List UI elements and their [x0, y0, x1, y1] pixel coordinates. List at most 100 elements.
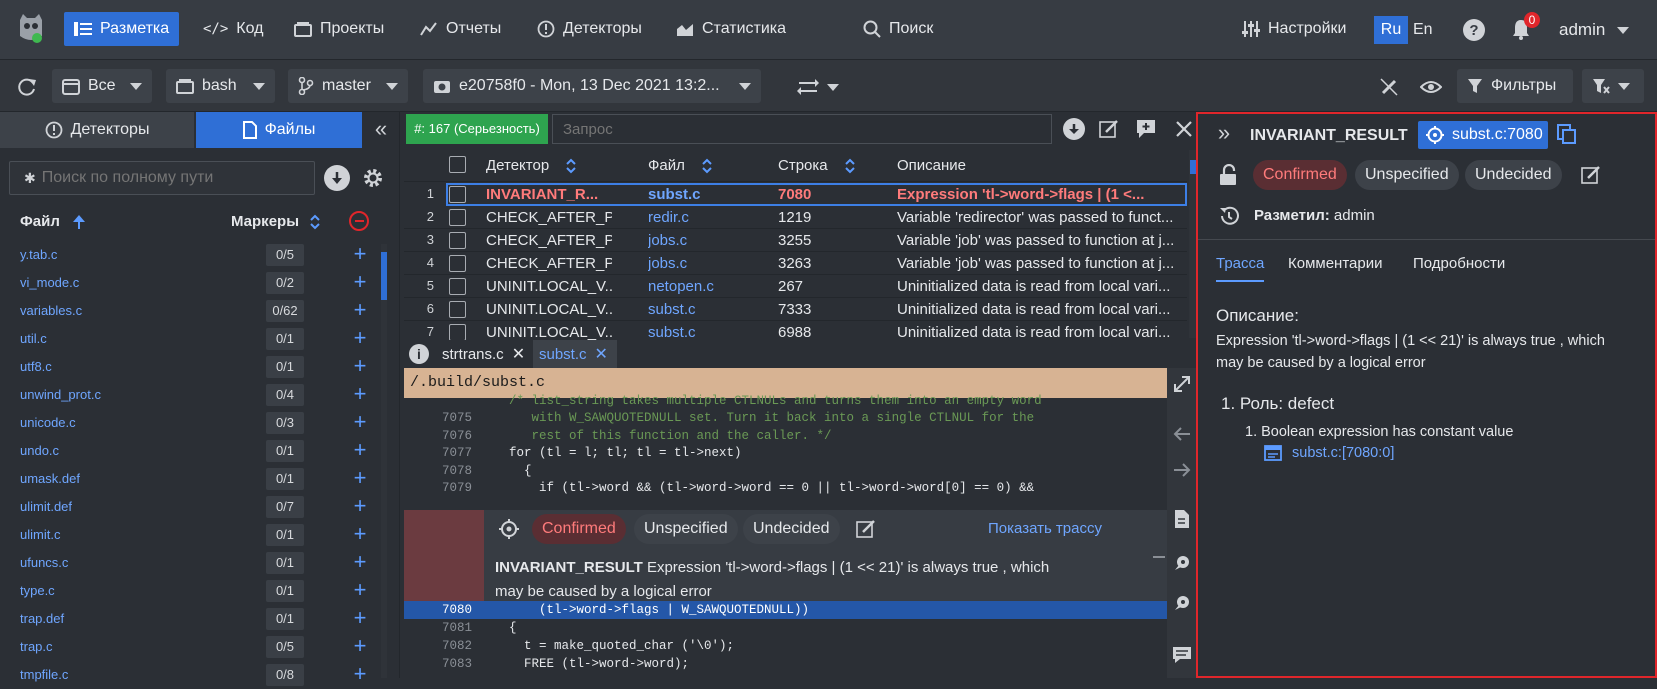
tab-files[interactable]: Файлы — [196, 112, 362, 148]
issue-file[interactable]: netopen.c — [648, 278, 768, 295]
tab-detectors[interactable]: Детекторы — [0, 112, 194, 148]
arrow-right-icon[interactable] — [1171, 459, 1193, 481]
history-icon[interactable] — [1217, 204, 1241, 228]
collapse-panel-icon[interactable]: « — [368, 116, 394, 142]
query-input[interactable] — [552, 114, 1052, 144]
issue-file[interactable]: redir.c — [648, 209, 768, 226]
add-icon[interactable]: + — [350, 243, 370, 265]
nav-reports[interactable]: Отчеты — [410, 12, 511, 46]
add-icon[interactable]: + — [350, 327, 370, 349]
compare-dropdown[interactable] — [793, 74, 843, 100]
add-icon[interactable]: + — [350, 355, 370, 377]
close-icon[interactable]: ✕ — [595, 344, 608, 364]
file-list-item[interactable]: variables.c 0/62 + — [0, 297, 384, 325]
row-checkbox[interactable] — [449, 186, 466, 203]
expand-panel-icon[interactable]: » — [1212, 120, 1236, 145]
file-name[interactable]: ulimit.c — [20, 527, 60, 542]
nav-settings[interactable]: Настройки — [1232, 12, 1356, 46]
add-icon[interactable]: + — [350, 607, 370, 629]
add-icon[interactable]: + — [350, 383, 370, 405]
lock-open-icon[interactable] — [1218, 163, 1240, 187]
inline-status-confirmed[interactable]: Confirmed — [532, 514, 626, 544]
eye-check-icon[interactable] — [1418, 74, 1444, 100]
nav-statistics[interactable]: Статистика — [666, 12, 796, 46]
file-name[interactable]: type.c — [20, 583, 55, 598]
gear-icon[interactable] — [360, 165, 386, 191]
user-menu[interactable]: admin — [1559, 18, 1630, 42]
nav-code[interactable]: </> Код — [193, 12, 274, 46]
issue-file[interactable]: jobs.c — [648, 232, 768, 249]
path-search-field[interactable]: ✱ — [9, 161, 315, 195]
download-icon[interactable] — [1063, 118, 1085, 140]
file-name[interactable]: utf8.c — [20, 359, 52, 374]
file-name[interactable]: y.tab.c — [20, 247, 57, 262]
issue-file[interactable]: subst.c — [648, 186, 768, 203]
header-line[interactable]: Строка — [778, 157, 856, 174]
header-file[interactable]: Файл — [648, 157, 713, 174]
info-icon[interactable]: i — [409, 344, 429, 364]
file-name[interactable]: vi_mode.c — [20, 275, 79, 290]
file-list-item[interactable]: ulimit.c 0/1 + — [0, 521, 384, 549]
file-list-item[interactable]: utf8.c 0/1 + — [0, 353, 384, 381]
filters-button[interactable]: Фильтры — [1457, 69, 1573, 103]
file-name[interactable]: unicode.c — [20, 415, 76, 430]
file-name[interactable]: tmpfile.c — [20, 667, 68, 682]
file-list-item[interactable]: util.c 0/1 + — [0, 325, 384, 353]
file-list-item[interactable]: trap.c 0/5 + — [0, 633, 384, 661]
file-list-scrollbar[interactable] — [381, 244, 387, 678]
scope-dropdown[interactable]: Все — [52, 69, 152, 103]
file-list-item[interactable]: type.c 0/1 + — [0, 577, 384, 605]
file-name[interactable]: trap.def — [20, 611, 64, 626]
tab-details[interactable]: Подробности — [1413, 255, 1505, 272]
clear-filters-dropdown[interactable] — [1582, 69, 1644, 103]
lang-ru-button[interactable]: Ru — [1374, 16, 1408, 44]
file-name[interactable]: variables.c — [20, 303, 82, 318]
add-icon[interactable]: + — [350, 299, 370, 321]
close-icon[interactable]: ✕ — [512, 344, 525, 364]
header-detector[interactable]: Детектор — [486, 157, 577, 174]
add-icon[interactable]: + — [350, 523, 370, 545]
clear-markup-icon[interactable] — [1376, 74, 1402, 100]
issue-file[interactable]: jobs.c — [648, 255, 768, 272]
nav-search[interactable]: Поиск — [853, 12, 943, 46]
nav-markup[interactable]: Разметка — [64, 12, 180, 46]
column-file-header[interactable]: Файл — [20, 213, 86, 230]
add-icon[interactable]: + — [350, 495, 370, 517]
file-list-item[interactable]: unicode.c 0/3 + — [0, 409, 384, 437]
remove-column-icon[interactable] — [349, 211, 369, 231]
add-icon[interactable]: + — [350, 579, 370, 601]
header-description[interactable]: Описание — [897, 157, 966, 174]
download-icon[interactable] — [324, 165, 350, 191]
target-icon[interactable] — [498, 518, 520, 540]
file-name[interactable]: ulimit.def — [20, 499, 72, 514]
project-dropdown[interactable]: bash — [166, 69, 275, 103]
file-locate-icon[interactable] — [1171, 508, 1193, 530]
inline-severity-unspecified[interactable]: Unspecified — [634, 514, 738, 544]
comment-icon[interactable] — [1171, 644, 1193, 666]
branch-dropdown[interactable]: master — [288, 69, 408, 103]
minus-icon[interactable] — [1152, 550, 1166, 564]
trace-step-link[interactable]: subst.c:[7080:0] — [1264, 445, 1394, 461]
add-icon[interactable]: + — [350, 411, 370, 433]
row-checkbox[interactable] — [449, 255, 466, 272]
file-list-item[interactable]: trap.def 0/1 + — [0, 605, 384, 633]
tab-trace[interactable]: Трасса — [1216, 255, 1265, 282]
copy-link-icon[interactable] — [1556, 123, 1578, 145]
add-icon[interactable]: + — [350, 635, 370, 657]
select-all-checkbox[interactable] — [449, 156, 466, 173]
file-name[interactable]: unwind_prot.c — [20, 387, 101, 402]
arrow-left-icon[interactable] — [1171, 423, 1193, 445]
add-icon[interactable]: + — [350, 663, 370, 685]
expand-icon[interactable] — [1171, 373, 1193, 395]
edit-icon[interactable] — [1098, 118, 1120, 140]
edit-icon[interactable] — [1580, 164, 1602, 186]
show-trace-link[interactable]: Показать трассу — [988, 520, 1102, 537]
row-checkbox[interactable] — [449, 301, 466, 318]
file-list-item[interactable]: vi_mode.c 0/2 + — [0, 269, 384, 297]
nav-detectors[interactable]: Детекторы — [527, 12, 652, 46]
file-list-item[interactable]: umask.def 0/1 + — [0, 465, 384, 493]
add-icon[interactable]: + — [350, 467, 370, 489]
issue-file[interactable]: subst.c — [648, 301, 768, 318]
file-name[interactable]: trap.c — [20, 639, 53, 654]
tab-comments[interactable]: Комментарии — [1288, 255, 1382, 272]
